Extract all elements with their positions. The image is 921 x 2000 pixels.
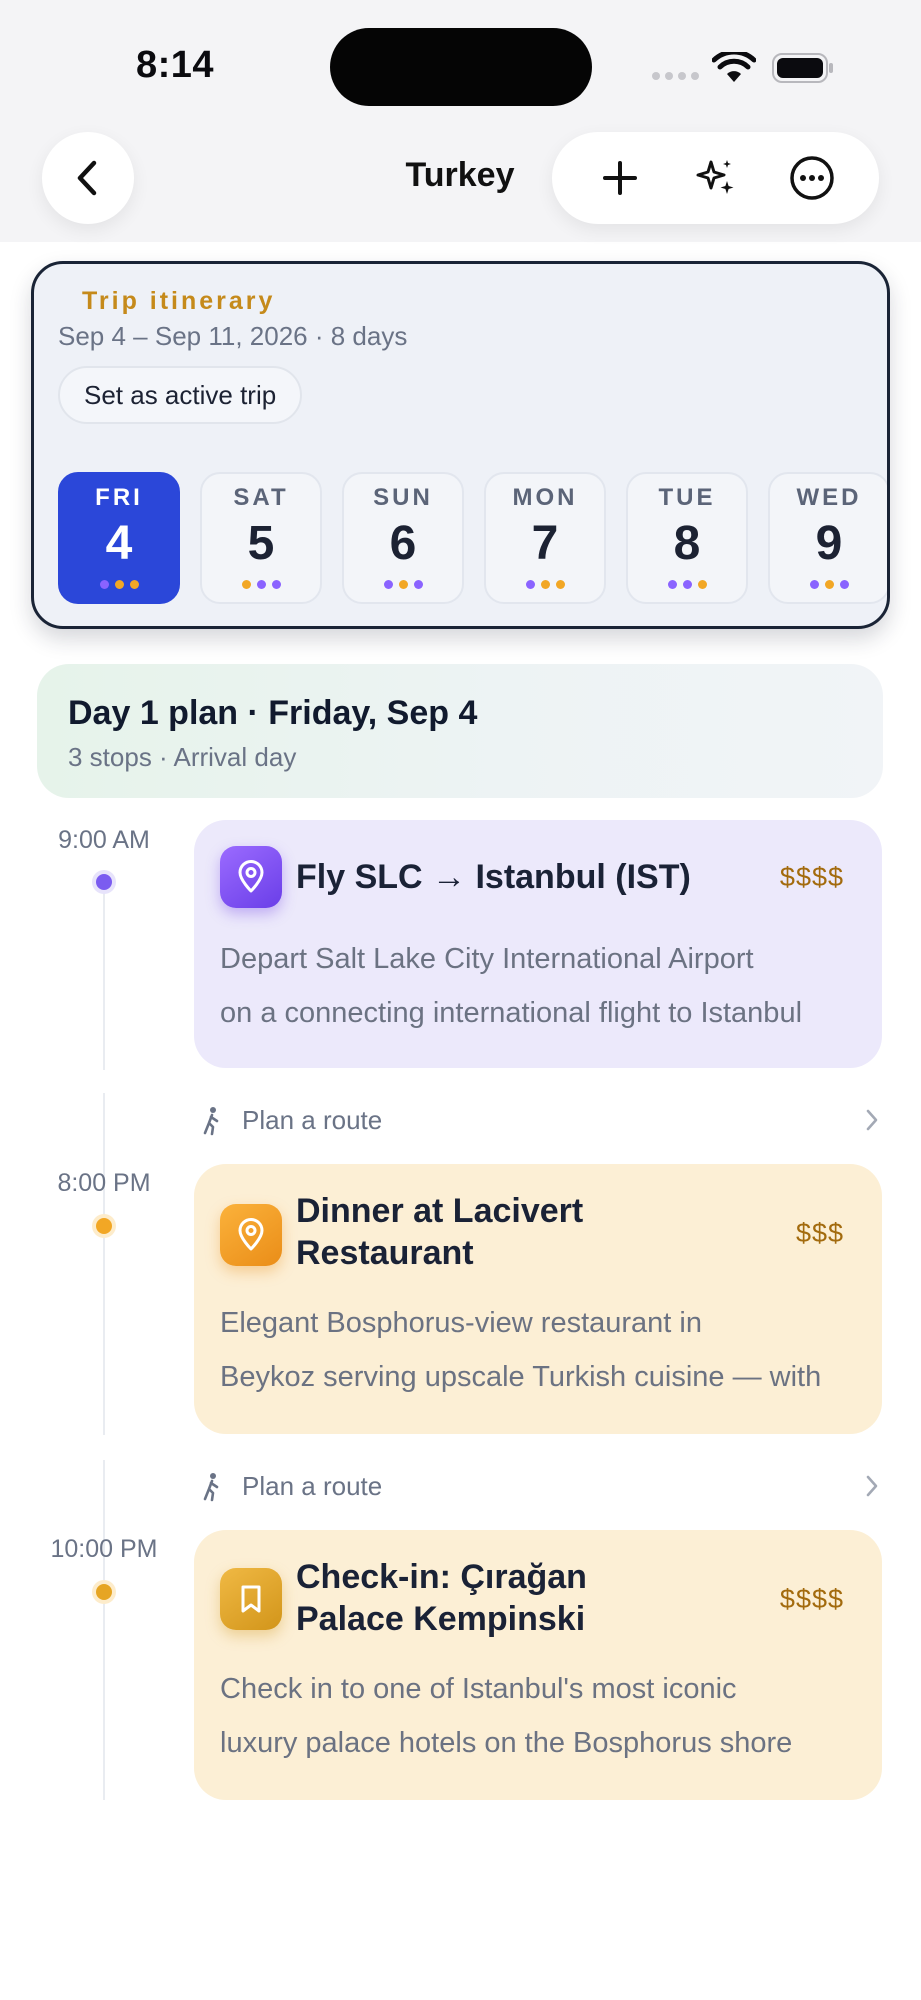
plan-route-row[interactable]: Plan a route: [200, 1467, 880, 1507]
status-time: 8:14: [136, 44, 215, 86]
day-activity-dots: [628, 580, 746, 589]
map-pin-icon: [220, 846, 282, 908]
back-button[interactable]: [42, 132, 134, 224]
timeline-line: [103, 1460, 105, 1800]
walking-icon: [203, 1473, 219, 1502]
plan-route-label: Plan a route: [242, 1105, 383, 1135]
day-chip-sun-6[interactable]: SUN 6: [342, 472, 464, 604]
day-of-week: MON: [512, 484, 578, 511]
day-of-week: WED: [796, 484, 862, 511]
stop-price: $$$$: [779, 862, 844, 892]
day-chip-tue-8[interactable]: TUE 8: [626, 472, 748, 604]
day-of-week: TUE: [658, 484, 716, 511]
dynamic-island: [330, 28, 592, 106]
day-chip-wed-9[interactable]: WED 9: [768, 472, 887, 604]
stop-description: Depart Salt Lake City International Airp…: [220, 943, 803, 1029]
set-active-trip-button[interactable]: Set as active trip: [58, 366, 303, 424]
navigation-bar: Turkey: [0, 110, 921, 242]
day-chip-sat-5[interactable]: SAT 5: [200, 472, 322, 604]
wifi-icon: [712, 52, 756, 82]
trip-label: Trip itinerary: [82, 287, 276, 315]
timeline-line: [103, 1093, 105, 1435]
day-activity-dots: [60, 580, 178, 589]
stop-card-check-in[interactable]: Check-in: Çırağan Palace Kempinski $$$$ …: [194, 1530, 882, 1800]
stop-title: Check-in: Çırağan Palace Kempinski: [296, 1558, 587, 1638]
plus-icon: [603, 161, 637, 195]
stop-card-flight[interactable]: Fly SLC → Istanbul (IST) $$$$ Depart Sal…: [194, 820, 882, 1068]
stop-title: Dinner at Lacivert Restaurant: [296, 1192, 584, 1272]
day-number: 5: [247, 517, 275, 570]
day-chip-mon-7[interactable]: MON 7: [484, 472, 606, 604]
day-of-week: FRI: [95, 484, 143, 511]
day-activity-dots: [202, 580, 320, 589]
day-number: 8: [673, 517, 701, 570]
cellular-signal-icon: [652, 72, 699, 80]
stop-description: Check in to one of Istanbul's most iconi…: [220, 1673, 793, 1759]
chevron-right-icon: [866, 1109, 878, 1131]
stop-card-dinner[interactable]: Dinner at Lacivert Restaurant $$$ Elegan…: [194, 1164, 882, 1434]
plan-route-row[interactable]: Plan a route: [200, 1101, 880, 1141]
walking-icon: [203, 1107, 219, 1136]
stop-description: Elegant Bosphorus-view restaurant in Bey…: [220, 1307, 822, 1393]
stop-time: 8:00 PM: [57, 1169, 151, 1197]
day-of-week: SUN: [373, 484, 433, 511]
nav-actions-group: [552, 132, 879, 224]
trip-itinerary-card: Trip itinerary Sep 4 – Sep 11, 2026 · 8 …: [31, 261, 890, 629]
day-selector: FRI 4 SAT 5 SUN 6 MON 7 TUE 8 WED 9: [58, 472, 887, 607]
more-options-button[interactable]: [782, 148, 842, 208]
status-bar: 8:14: [0, 0, 921, 110]
timeline-dot: [92, 1214, 116, 1238]
day-number: 4: [105, 517, 133, 570]
plan-route-label: Plan a route: [242, 1471, 383, 1501]
bookmark-icon: [220, 1568, 282, 1630]
timeline-line: [103, 870, 105, 1070]
day-plan-title: Day 1 plan · Friday, Sep 4: [68, 694, 478, 732]
chevron-left-icon: [77, 160, 97, 196]
day-activity-dots: [486, 580, 604, 589]
day-chip-fri-4[interactable]: FRI 4: [58, 472, 180, 604]
stop-price: $$$$: [779, 1584, 844, 1614]
timeline-dot: [92, 1580, 116, 1604]
day-of-week: SAT: [233, 484, 289, 511]
day-activity-dots: [770, 580, 887, 589]
day-plan-subtitle: 3 stops · Arrival day: [68, 742, 297, 772]
map-pin-icon: [220, 1204, 282, 1266]
stop-price: $$$: [795, 1218, 844, 1248]
day-number: 9: [815, 517, 843, 570]
battery-icon: [772, 53, 833, 83]
ellipsis-circle-icon: [790, 156, 834, 200]
stop-time: 9:00 AM: [58, 826, 150, 854]
day-plan-header: Day 1 plan · Friday, Sep 4 3 stops · Arr…: [37, 664, 883, 798]
day-activity-dots: [344, 580, 462, 589]
day-number: 7: [531, 517, 559, 570]
chevron-right-icon: [866, 1475, 878, 1497]
timeline-dot: [92, 870, 116, 894]
ai-sparkle-button[interactable]: [686, 148, 746, 208]
stop-title: Fly SLC → Istanbul (IST): [296, 858, 691, 896]
sparkles-icon: [696, 160, 734, 194]
screen: 8:14 Turkey Trip itinerary Sep 4 – Sep 1…: [0, 0, 921, 2000]
add-button[interactable]: [590, 148, 650, 208]
stop-time: 10:00 PM: [50, 1535, 158, 1563]
day-number: 6: [389, 517, 417, 570]
trip-dates: Sep 4 – Sep 11, 2026 · 8 days: [58, 321, 408, 351]
page-title: Turkey: [405, 156, 515, 194]
